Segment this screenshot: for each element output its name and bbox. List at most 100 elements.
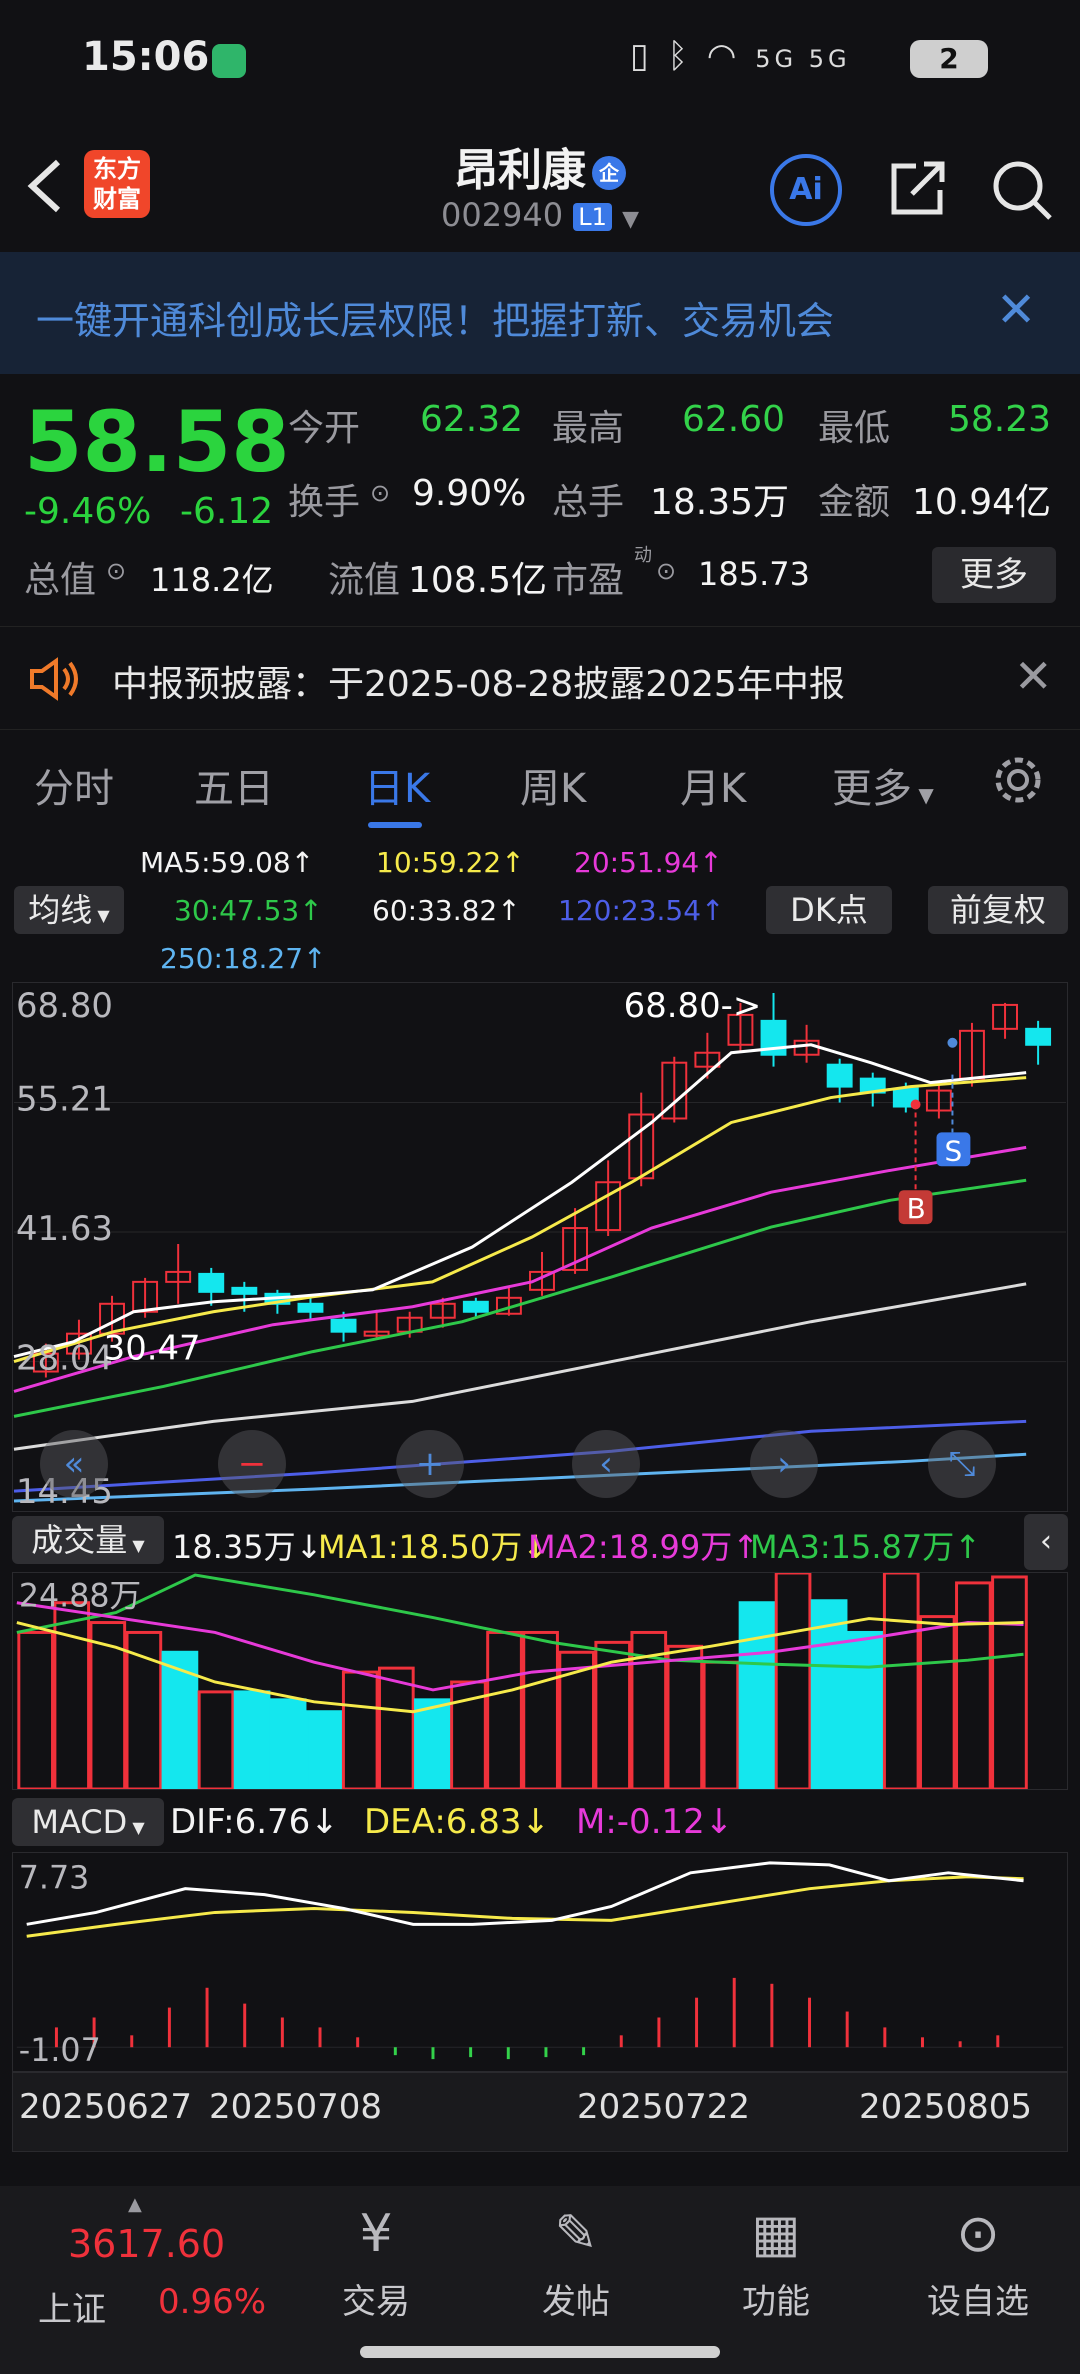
tab-weekly-k[interactable]: 周K: [520, 756, 586, 814]
stock-header: 东方财富 昂利康企 002940 L1 ▼ Ai: [0, 120, 1080, 250]
home-indicator: [360, 2346, 720, 2358]
pe-value: 185.73: [698, 555, 810, 593]
dif-line: [26, 1861, 1024, 1926]
volume-bar: [955, 1581, 992, 1789]
tab-more[interactable]: 更多 ▼: [832, 756, 934, 814]
tab-more-label: 更多: [832, 766, 912, 812]
date-label-4: 20250805: [859, 2087, 1033, 2127]
volume-bar: [991, 1575, 1028, 1789]
fast-back-button[interactable]: «: [40, 1430, 108, 1498]
status-icons: ▯ ᛒ ◠ 5G 5G: [630, 36, 851, 76]
ai-button[interactable]: Ai: [770, 154, 842, 226]
fullscreen-icon[interactable]: ⤡: [928, 1430, 996, 1498]
date-label-2: 20250708: [209, 2087, 383, 2127]
nav-post-label: 发帖: [542, 2282, 610, 2322]
candlestick-chart[interactable]: 68.80 55.21 41.63 28.04 14.45 68.80-> 30…: [12, 982, 1068, 1512]
tab-monthly-k[interactable]: 月K: [680, 756, 746, 814]
nav-post[interactable]: ✎ 发帖: [506, 2204, 646, 2323]
bottom-nav: ▲ 3617.60 上证 0.96% ¥ 交易 ✎ 发帖 ▦ 功能 ⊙ 设自选: [0, 2186, 1080, 2374]
status-time: 15:06: [82, 34, 210, 80]
change-amount: -6.12: [180, 491, 274, 532]
macd-selector[interactable]: MACD ▼: [12, 1798, 164, 1846]
tab-five-day[interactable]: 五日: [194, 756, 274, 814]
vibrate-icon: ▯: [630, 36, 653, 76]
speaker-icon: [30, 657, 78, 701]
gear-icon[interactable]: [990, 752, 1046, 808]
close-icon[interactable]: ✕: [1014, 649, 1053, 703]
info-icon[interactable]: ⊙: [656, 557, 676, 585]
y-label-3: 41.63: [16, 1209, 113, 1248]
info-icon[interactable]: ⊙: [106, 557, 126, 585]
yuan-circle-icon: ¥: [359, 2204, 393, 2264]
close-icon[interactable]: ✕: [996, 282, 1036, 338]
min-price-annotation: 30.47: [104, 1329, 201, 1368]
volume-current: 18.35万↓: [172, 1528, 323, 1566]
volume-bar: [702, 1660, 740, 1789]
zoom-in-button[interactable]: +: [396, 1430, 464, 1498]
candle-body: [826, 1063, 853, 1088]
current-price: 58.58: [24, 393, 290, 491]
more-button[interactable]: 更多: [932, 547, 1056, 603]
nav-trade[interactable]: ¥ 交易: [306, 2204, 446, 2323]
volume-bar: [522, 1630, 559, 1789]
volume-bar: [486, 1630, 523, 1789]
share-icon[interactable]: [886, 156, 950, 220]
volume-bar: [378, 1666, 415, 1789]
nav-functions-label: 功能: [742, 2282, 810, 2322]
tab-intraday[interactable]: 分时: [34, 756, 114, 814]
macd-chart[interactable]: 7.73 -1.07: [12, 1852, 1068, 2072]
change-percent: -9.46%: [24, 491, 152, 532]
stock-code-text: 002940: [440, 196, 564, 234]
banner-text: 一键开通科创成长层权限！把握打新、交易机会: [36, 299, 835, 343]
buy-marker-label: B: [907, 1192, 926, 1225]
info-icon[interactable]: ⊙: [370, 479, 390, 507]
volume-selector[interactable]: 成交量 ▼: [12, 1516, 164, 1564]
volume-chart[interactable]: 24.88万: [12, 1572, 1068, 1790]
volume-bar: [774, 1573, 812, 1789]
open-label: 今开: [288, 408, 361, 449]
amount-value: 10.94亿: [912, 482, 1052, 523]
dea-line: [26, 1875, 1024, 1938]
candle-body: [231, 1286, 258, 1295]
volume-bar: [846, 1630, 884, 1789]
zoom-out-button[interactable]: −: [218, 1430, 286, 1498]
next-button[interactable]: ›: [750, 1430, 818, 1498]
candle-body: [462, 1300, 489, 1313]
volume-bar: [53, 1601, 91, 1789]
market-level-badge: L1: [573, 203, 612, 231]
macd-selector-label: MACD: [31, 1803, 128, 1841]
enterprise-badge: 企: [592, 156, 626, 190]
caret-down-icon: ▼: [92, 906, 110, 925]
date-label-3: 20250722: [577, 2087, 751, 2127]
high-label: 最高: [552, 408, 625, 449]
sell-marker-dot: [947, 1037, 958, 1048]
search-icon[interactable]: [988, 156, 1056, 224]
index-percent: 0.96%: [158, 2282, 267, 2322]
date-axis: 20250627 20250708 20250722 20250805: [12, 2072, 1068, 2152]
nav-functions[interactable]: ▦ 功能: [706, 2204, 846, 2323]
notice-bar[interactable]: 中报预披露：于2025-08-28披露2025年中报 ✕: [0, 626, 1080, 730]
ma10-line: [13, 1076, 1027, 1363]
nav-add-watchlist[interactable]: ⊙ 设自选: [908, 2204, 1048, 2323]
tab-daily-k[interactable]: 日K: [364, 756, 430, 814]
y-label-top: 68.80: [16, 986, 113, 1025]
candle-body: [198, 1272, 225, 1293]
promo-banner[interactable]: 一键开通科创成长层权限！把握打新、交易机会 ✕: [0, 252, 1080, 374]
date-label-1: 20250627: [19, 2087, 193, 2127]
volume-label: 总手: [552, 482, 625, 523]
adjust-button[interactable]: 前复权: [928, 886, 1068, 934]
index-name: 上证: [38, 2290, 106, 2330]
ma-selector[interactable]: 均线 ▼: [14, 886, 124, 934]
caret-up-icon[interactable]: ▲: [128, 2194, 142, 2215]
dk-point-button[interactable]: DK点: [766, 886, 892, 934]
notice-text: 中报预披露：于2025-08-28披露2025年中报: [112, 664, 845, 705]
prev-button[interactable]: ‹: [572, 1430, 640, 1498]
volume-ma1: MA1:18.50万↓: [318, 1528, 550, 1566]
app-notification-icon: [212, 44, 246, 78]
candle-body: [297, 1302, 324, 1313]
collapse-arrow-icon[interactable]: ‹: [1024, 1514, 1068, 1570]
macd-m: M:-0.12↓: [576, 1802, 734, 1842]
index-value[interactable]: 3617.60: [68, 2222, 225, 2266]
caret-down-icon: ▼: [912, 783, 934, 807]
sell-marker-label: S: [944, 1134, 962, 1167]
